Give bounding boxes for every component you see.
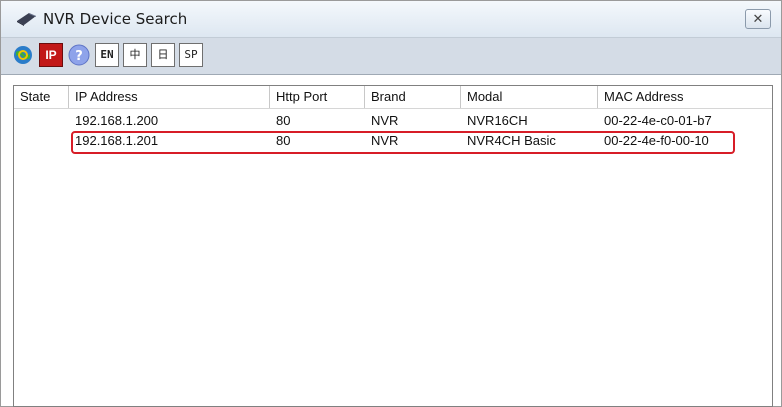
table-row[interactable]: 192.168.1.200 80 NVR NVR16CH 00-22-4e-c0… <box>14 112 772 130</box>
cell-state <box>14 132 69 150</box>
cell-ip-address: 192.168.1.200 <box>75 113 159 128</box>
toolbar: IP ? EN 中 日 SP <box>1 38 781 74</box>
spanish-button[interactable]: SP <box>179 43 203 67</box>
column-header-ip-address[interactable]: IP Address <box>69 86 270 108</box>
japanese-icon: 日 <box>157 48 169 61</box>
title-bar[interactable]: NVR Device Search ✕ <box>1 1 781 38</box>
help-icon: ? <box>67 43 91 67</box>
close-button[interactable]: ✕ <box>745 9 771 29</box>
window-title: NVR Device Search <box>43 10 188 28</box>
ip-icon: IP <box>45 48 57 62</box>
cell-state <box>14 112 69 130</box>
spanish-icon: SP <box>184 48 198 61</box>
search-button[interactable] <box>11 43 35 67</box>
nvr-device-search-window: NVR Device Search ✕ IP ? EN 中 日 SP State… <box>0 0 782 407</box>
cell-mac-address: 00-22-4e-c0-01-b7 <box>604 113 712 128</box>
cell-modal: NVR16CH <box>467 113 528 128</box>
ip-button[interactable]: IP <box>39 43 63 67</box>
toolbar-divider <box>1 74 781 75</box>
column-header-state[interactable]: State <box>14 86 69 108</box>
list-header: State IP Address Http Port Brand Modal M… <box>14 86 772 109</box>
column-header-http-port[interactable]: Http Port <box>270 86 365 108</box>
cell-http-port: 80 <box>276 113 291 128</box>
column-header-brand[interactable]: Brand <box>365 86 461 108</box>
english-icon: EN <box>100 48 114 61</box>
japanese-button[interactable]: 日 <box>151 43 175 67</box>
english-button[interactable]: EN <box>95 43 119 67</box>
close-icon: ✕ <box>752 11 764 26</box>
svg-text:?: ? <box>75 49 83 64</box>
column-header-modal[interactable]: Modal <box>461 86 598 108</box>
selected-row-highlight <box>71 131 735 154</box>
column-header-mac-address[interactable]: MAC Address <box>598 86 772 108</box>
chinese-button[interactable]: 中 <box>123 43 147 67</box>
search-globe-icon <box>11 43 35 67</box>
chinese-icon: 中 <box>129 48 141 61</box>
help-button[interactable]: ? <box>67 43 91 67</box>
device-list[interactable]: State IP Address Http Port Brand Modal M… <box>13 85 773 407</box>
nvr-device-icon <box>15 12 37 26</box>
cell-brand: NVR <box>371 113 399 128</box>
